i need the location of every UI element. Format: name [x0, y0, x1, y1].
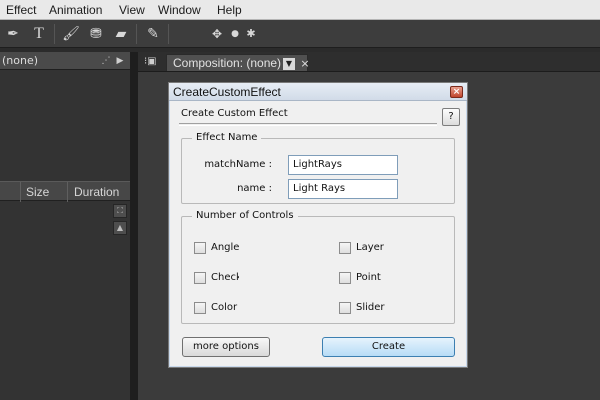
effect-name-group: Effect Name matchName : LightRays name :… [181, 132, 455, 204]
menu-animation[interactable]: Animation [49, 3, 102, 17]
checkbox-box[interactable] [339, 272, 351, 284]
pin-mode-icon[interactable]: ✱ [242, 25, 260, 43]
menu-bar: Effect Animation View Window Help [0, 0, 600, 20]
clone-stamp-tool-icon[interactable]: ⛃ [87, 25, 105, 43]
checkbox-slider[interactable]: Slider [339, 302, 419, 316]
tools-toolbar: ✒ T 🖌 ⛃ ▰ ✎ ✥ ● ✱ [0, 20, 600, 48]
column-duration[interactable]: Duration [74, 185, 119, 199]
composition-dropdown-icon[interactable]: ▼ [283, 58, 295, 70]
checkbox-box[interactable] [194, 272, 206, 284]
number-of-controls-group: Number of Controls Angle Layer Checkbox … [181, 210, 455, 324]
checkbox-label: Checkbox [211, 272, 239, 283]
panel-menu-arrow-icon[interactable]: ▶ [114, 55, 126, 67]
name-input[interactable]: Light Rays [288, 179, 398, 199]
checkbox-box[interactable] [339, 242, 351, 254]
checkbox-color[interactable]: Color [194, 302, 274, 316]
type-tool-icon[interactable]: T [30, 25, 48, 43]
controls-legend: Number of Controls [192, 210, 298, 221]
effect-name-legend: Effect Name [192, 132, 262, 143]
dialog-header: Create Custom Effect [181, 108, 288, 119]
checkbox-layer[interactable]: Layer [339, 242, 419, 256]
checkbox-angle[interactable]: Angle [194, 242, 274, 256]
column-options-icon[interactable]: ⛶ [113, 204, 127, 218]
column-divider[interactable] [67, 182, 68, 202]
eraser-tool-icon[interactable]: ▰ [112, 25, 130, 43]
toolbar-separator [54, 24, 55, 44]
panel-grip-icon[interactable]: ⋰ [100, 55, 112, 67]
menu-view[interactable]: View [119, 3, 145, 17]
checkbox-checkbox[interactable]: Checkbox [194, 272, 239, 286]
checkbox-point[interactable]: Point [339, 272, 419, 286]
project-tab-label: (none) [2, 54, 39, 67]
checkbox-box[interactable] [194, 302, 206, 314]
panel-divider[interactable] [130, 52, 138, 400]
header-divider [179, 123, 437, 126]
project-column-header: Size Duration [0, 181, 130, 202]
checkbox-label: Slider [356, 302, 385, 313]
create-button[interactable]: Create [322, 337, 455, 357]
checkbox-label: Angle [211, 242, 240, 253]
project-tab[interactable]: (none) ⋰ ▶ [0, 52, 130, 70]
composition-tabbar: ⁝▣ Composition: (none) ▼ × [138, 52, 600, 72]
menu-window[interactable]: Window [158, 3, 201, 17]
brush-tool-icon[interactable]: 🖌 [62, 25, 80, 43]
checkbox-box[interactable] [339, 302, 351, 314]
dialog-titlebar[interactable]: CreateCustomEffect × [169, 83, 467, 101]
menu-effect[interactable]: Effect [6, 3, 36, 17]
menu-help[interactable]: Help [217, 3, 242, 17]
column-size[interactable]: Size [26, 185, 49, 199]
composition-tab-label: Composition: (none) [173, 56, 282, 70]
axis-mode-icon[interactable]: ✥ [208, 25, 226, 43]
match-name-label: matchName : [204, 159, 272, 170]
puppet-pin-tool-icon[interactable]: ✎ [144, 25, 162, 43]
toolbar-separator [168, 24, 169, 44]
help-button[interactable]: ? [442, 108, 460, 126]
match-name-input[interactable]: LightRays [288, 155, 398, 175]
column-divider[interactable] [20, 182, 21, 202]
scroll-up-icon[interactable]: ▲ [113, 221, 127, 235]
checkbox-label: Layer [356, 242, 384, 253]
close-icon[interactable]: × [450, 86, 463, 98]
project-panel: (none) ⋰ ▶ Size Duration ⛶ ▲ [0, 52, 130, 400]
more-options-button[interactable]: more options [182, 337, 270, 357]
close-icon[interactable]: × [299, 57, 311, 71]
name-label: name : [237, 183, 272, 194]
checkbox-box[interactable] [194, 242, 206, 254]
dialog-title: CreateCustomEffect [173, 85, 281, 99]
create-custom-effect-dialog: CreateCustomEffect × Create Custom Effec… [168, 82, 468, 368]
tab-composition[interactable]: Composition: (none) ▼ × [166, 54, 311, 71]
toolbar-separator [136, 24, 137, 44]
checkbox-label: Color [211, 302, 238, 313]
panel-grip-icon[interactable]: ⁝▣ [144, 55, 160, 69]
checkbox-label: Point [356, 272, 381, 283]
pen-tool-icon[interactable]: ✒ [4, 25, 22, 43]
